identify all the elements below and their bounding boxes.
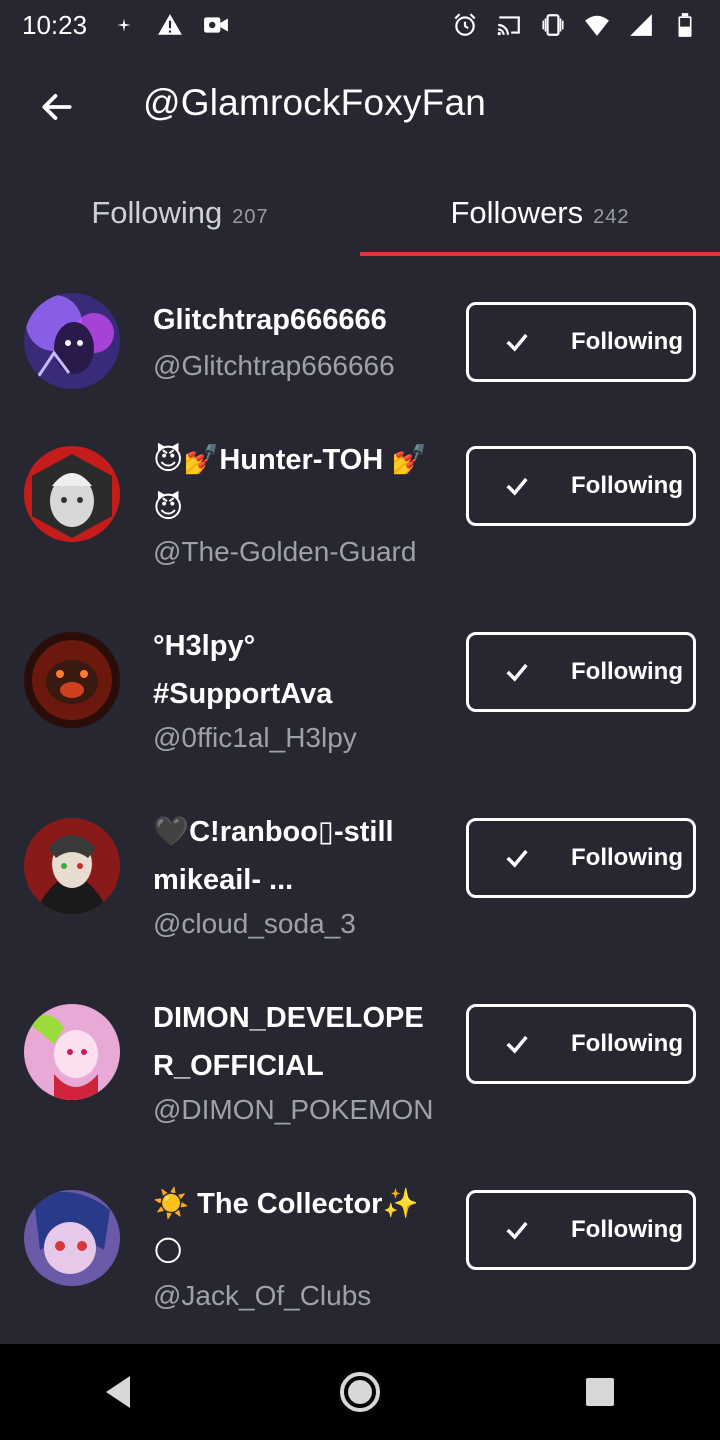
- tab-bar: Following 207 Followers 242: [0, 170, 720, 260]
- vibrate-icon: [540, 12, 566, 38]
- video-camera-icon: [203, 12, 229, 38]
- back-button[interactable]: [36, 86, 78, 128]
- following-button[interactable]: Following: [466, 818, 696, 898]
- following-button-label: Following: [571, 472, 683, 499]
- status-time: 10:23: [22, 9, 88, 40]
- user-name: 😈💅Hunter-TOH 💅😈: [153, 444, 428, 524]
- nav-home-button[interactable]: [330, 1362, 390, 1422]
- following-button[interactable]: Following: [466, 1190, 696, 1270]
- nav-back-button[interactable]: [90, 1362, 150, 1422]
- following-button[interactable]: Following: [466, 1004, 696, 1084]
- user-handle: @0ffic1al_H3lpy: [153, 722, 357, 753]
- user-handle: @cloud_soda_3: [153, 908, 356, 939]
- avatar[interactable]: [24, 1190, 120, 1286]
- user-name: DIMON_DEVELOPER_OFFICIAL: [153, 1002, 424, 1082]
- list-item[interactable]: ☀️ The Collector✨🌕 @Jack_Of_Clubs Follow…: [0, 1174, 720, 1344]
- following-button[interactable]: Following: [466, 446, 696, 526]
- following-button-label: Following: [571, 1030, 683, 1057]
- check-icon: [503, 844, 531, 872]
- check-icon: [503, 658, 531, 686]
- battery-icon: [672, 12, 698, 38]
- avatar[interactable]: [24, 1004, 120, 1100]
- user-handle: @Jack_Of_Clubs: [153, 1280, 372, 1311]
- tab-following[interactable]: Following 207: [0, 170, 360, 256]
- avatar[interactable]: [24, 446, 120, 542]
- tab-following-count: 207: [232, 205, 269, 228]
- active-tab-indicator: [360, 252, 720, 256]
- user-handle: @DIMON_POKEMON: [153, 1094, 434, 1125]
- user-name: °H3lpy° #SupportAva: [153, 630, 333, 710]
- home-circle-icon: [340, 1372, 380, 1412]
- app-bar: @GlamrockFoxyFan: [0, 62, 720, 152]
- following-button-label: Following: [571, 658, 683, 685]
- check-icon: [503, 1216, 531, 1244]
- signal-icon: [628, 12, 654, 38]
- avatar[interactable]: [24, 818, 120, 914]
- list-item[interactable]: 😈💅Hunter-TOH 💅😈 @The-Golden-Guard Follow…: [0, 430, 720, 600]
- tab-followers-label: Followers: [450, 195, 584, 230]
- list-item[interactable]: 🖤C!ranboo▯-still mikeail- ... @cloud_sod…: [0, 802, 720, 972]
- avatar[interactable]: [24, 293, 120, 389]
- warning-icon: [157, 12, 183, 38]
- user-handle: @The-Golden-Guard: [153, 536, 417, 567]
- wifi-icon: [584, 12, 610, 38]
- tab-followers-count: 242: [593, 205, 630, 228]
- back-triangle-icon: [106, 1376, 130, 1408]
- check-icon: [503, 1030, 531, 1058]
- check-icon: [503, 472, 531, 500]
- following-button-label: Following: [571, 328, 683, 355]
- list-item[interactable]: Glitchtrap666666 @Glitchtrap666666 Follo…: [0, 280, 720, 410]
- tab-followers[interactable]: Followers 242: [360, 170, 720, 256]
- list-item[interactable]: °H3lpy° #SupportAva @0ffic1al_H3lpy Foll…: [0, 616, 720, 786]
- following-button[interactable]: Following: [466, 632, 696, 712]
- tab-following-label: Following: [91, 195, 223, 230]
- avatar[interactable]: [24, 632, 120, 728]
- following-button-label: Following: [571, 844, 683, 871]
- user-name: Glitchtrap666666: [153, 304, 387, 336]
- cast-icon: [496, 12, 522, 38]
- page-title: @GlamrockFoxyFan: [143, 82, 486, 123]
- alarm-icon: [452, 12, 478, 38]
- recents-square-icon: [586, 1378, 614, 1406]
- following-button-label: Following: [571, 1216, 683, 1243]
- status-bar: 10:23: [0, 0, 720, 50]
- sparkle-icon: [111, 12, 137, 38]
- nav-recents-button[interactable]: [570, 1362, 630, 1422]
- list-item[interactable]: DIMON_DEVELOPER_OFFICIAL @DIMON_POKEMON …: [0, 988, 720, 1158]
- user-name: 🖤C!ranboo▯-still mikeail- ...: [153, 816, 394, 896]
- following-button[interactable]: Following: [466, 302, 696, 382]
- system-nav-bar: [0, 1344, 720, 1440]
- arrow-back-icon: [42, 94, 72, 120]
- check-icon: [503, 328, 531, 356]
- user-handle: @Glitchtrap666666: [153, 350, 395, 381]
- user-name: ☀️ The Collector✨🌕: [153, 1188, 419, 1268]
